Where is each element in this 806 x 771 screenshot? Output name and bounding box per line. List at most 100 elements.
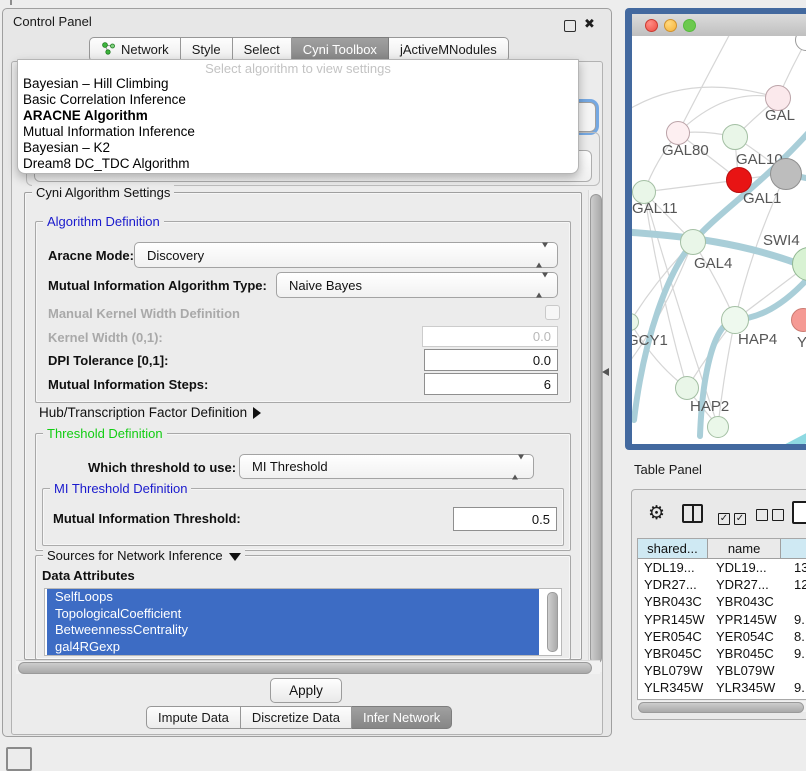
- network-window-titlebar[interactable]: [632, 14, 806, 37]
- document-icon[interactable]: [792, 501, 806, 524]
- table-row[interactable]: YLR345W YLR345W 9.: [638, 679, 806, 696]
- tab-discretize-data-label: Discretize Data: [252, 710, 340, 725]
- table-hscrollbar-thumb[interactable]: [638, 702, 804, 713]
- data-attribute-item-selected[interactable]: SelfLoops: [47, 589, 539, 606]
- kernel-width-field[interactable]: 0.0: [422, 326, 558, 347]
- settings-vscrollbar-thumb[interactable]: [590, 194, 602, 664]
- cell-shared-name: YBR043C: [638, 594, 712, 609]
- mi-type-label: Mutual Information Algorithm Type:: [48, 278, 267, 293]
- settings-hscrollbar-track[interactable]: [16, 660, 600, 674]
- manual-kernel-checkbox[interactable]: [545, 305, 560, 320]
- algorithm-dropdown-item[interactable]: Bayesian – Hill Climbing: [18, 76, 578, 92]
- algorithm-dropdown-item[interactable]: ARACNE Algorithm: [18, 108, 578, 124]
- data-attributes-label: Data Attributes: [42, 568, 135, 583]
- network-node-hap4[interactable]: [721, 306, 749, 334]
- cyni-bottom-tabbar: Impute Data Discretize Data Infer Networ…: [146, 706, 452, 729]
- gear-icon[interactable]: ⚙: [648, 502, 665, 525]
- algorithm-definition-group: Algorithm Definition Aracne Mode: Discov…: [35, 221, 571, 403]
- tab-discretize-data[interactable]: Discretize Data: [241, 706, 352, 729]
- column-header-shared-name[interactable]: shared...: [638, 539, 708, 558]
- cell-name: YBR043C: [712, 594, 790, 609]
- table-row[interactable]: YDR27... YDR27... 12: [638, 576, 806, 593]
- column-header-third[interactable]: [781, 539, 806, 558]
- select-all-icon[interactable]: ✓✓: [718, 508, 750, 526]
- minimized-panel-icon[interactable]: [6, 747, 32, 771]
- tab-jactivemnodules-label: jActiveMNodules: [400, 42, 497, 57]
- float-panel-icon[interactable]: [564, 20, 576, 32]
- network-node-label: GAL11: [632, 200, 678, 217]
- dpi-tolerance-value: 0.0: [533, 353, 551, 368]
- network-node-gal4[interactable]: [680, 229, 706, 255]
- table-row[interactable]: YDL19... YDL19... 13: [638, 559, 806, 576]
- network-node-label: HAP2: [690, 398, 729, 415]
- table-row[interactable]: YBR045C YBR045C 9.: [638, 645, 806, 662]
- combo-stepper-icon: [536, 278, 548, 293]
- table-row[interactable]: YBR043C YBR043C: [638, 593, 806, 610]
- combo-stepper-icon: [512, 459, 524, 474]
- settings-vscrollbar-track[interactable]: [588, 190, 602, 672]
- cell-name: YDL19...: [712, 560, 790, 575]
- algorithm-dropdown-item[interactable]: Basic Correlation Inference: [18, 92, 578, 108]
- cell-name: YER054C: [712, 629, 790, 644]
- table-row[interactable]: YER054C YER054C 8.: [638, 628, 806, 645]
- column-header-name[interactable]: name: [708, 539, 782, 558]
- network-node-gal10[interactable]: [722, 124, 748, 150]
- which-threshold-combo[interactable]: MI Threshold: [239, 454, 534, 479]
- cell-value: 9.: [790, 646, 806, 661]
- algorithm-dropdown-item[interactable]: Dream8 DC_TDC Algorithm: [18, 156, 578, 172]
- list-scrollbar-thumb[interactable]: [547, 592, 558, 652]
- data-attribute-item-selected[interactable]: BetweennessCentrality: [47, 622, 539, 639]
- network-node-label: GAL80: [662, 142, 709, 159]
- hub-definition-toggle[interactable]: Hub/Transcription Factor Definition: [39, 405, 261, 420]
- dpi-tolerance-field[interactable]: 0.0: [424, 349, 558, 371]
- data-attributes-list: SelfLoopsTopologicalCoefficientBetweenne…: [44, 588, 562, 656]
- table-panel-window: ⚙ ✓✓ shared... name YDL19... YDL19... 13…: [631, 489, 806, 720]
- table-row[interactable]: YBL079W YBL079W: [638, 662, 806, 679]
- deselect-all-icon[interactable]: [756, 508, 788, 526]
- apply-button[interactable]: Apply: [270, 678, 342, 703]
- cell-shared-name: YBR045C: [638, 646, 712, 661]
- zoom-window-light[interactable]: [683, 19, 696, 32]
- table-row[interactable]: YIL052C YIL052C 9: [638, 697, 806, 701]
- table-panel-title: Table Panel: [634, 462, 702, 477]
- cell-name: YBL079W: [712, 663, 790, 678]
- window-edge-tick: [10, 0, 12, 5]
- network-canvas[interactable]: GALGAL80GAL10GAL1GAL11SWI4GAL4GCY1HAP4YH…: [632, 36, 806, 444]
- table-hscrollbar-track[interactable]: [637, 701, 806, 712]
- close-panel-icon[interactable]: ✖: [584, 16, 595, 32]
- settings-hscrollbar-thumb[interactable]: [18, 662, 592, 674]
- tab-impute-data[interactable]: Impute Data: [146, 706, 241, 729]
- cyni-toolbox-content: gal-filtered sif default node Select alg…: [11, 61, 603, 735]
- algorithm-dropdown-placeholder: Select algorithm to view settings: [18, 60, 578, 76]
- table-row[interactable]: YPR145W YPR145W 9.: [638, 611, 806, 628]
- algorithm-dropdown-item[interactable]: Bayesian – K2: [18, 140, 578, 156]
- network-node[interactable]: [770, 158, 802, 190]
- mi-type-combo[interactable]: Naive Bayes: [276, 272, 558, 298]
- network-tab-icon: [101, 41, 116, 58]
- cell-shared-name: YLR345W: [638, 680, 712, 695]
- cell-shared-name: YDL19...: [638, 560, 712, 575]
- network-node-label: GAL: [765, 107, 795, 124]
- mouse-cursor: [602, 368, 609, 376]
- algorithm-dropdown-item[interactable]: Mutual Information Inference: [18, 124, 578, 140]
- combo-stepper-icon: [536, 248, 548, 263]
- mi-threshold-field[interactable]: 0.5: [453, 507, 557, 531]
- data-attribute-item-selected[interactable]: gal4RGexp: [47, 639, 539, 656]
- sources-group-title[interactable]: Sources for Network Inference: [43, 548, 245, 563]
- mi-steps-field[interactable]: 6: [424, 373, 558, 395]
- kernel-width-value: 0.0: [533, 329, 551, 344]
- cell-name: YIL052C: [712, 698, 790, 700]
- aracne-mode-combo[interactable]: Discovery: [134, 242, 558, 268]
- cell-shared-name: YIL052C: [638, 698, 712, 700]
- split-columns-icon[interactable]: [682, 504, 703, 523]
- algorithm-dropdown-popup: Select algorithm to view settings Bayesi…: [17, 59, 579, 174]
- data-attribute-item-selected[interactable]: TopologicalCoefficient: [47, 606, 539, 623]
- cell-shared-name: YDR27...: [638, 577, 712, 592]
- close-window-light[interactable]: [645, 19, 658, 32]
- mi-steps-label: Mutual Information Steps:: [48, 377, 208, 392]
- network-node[interactable]: [707, 416, 729, 438]
- minimize-window-light[interactable]: [664, 19, 677, 32]
- expand-right-icon: [253, 407, 261, 419]
- network-node-hap2[interactable]: [675, 376, 699, 400]
- tab-infer-network[interactable]: Infer Network: [352, 706, 452, 729]
